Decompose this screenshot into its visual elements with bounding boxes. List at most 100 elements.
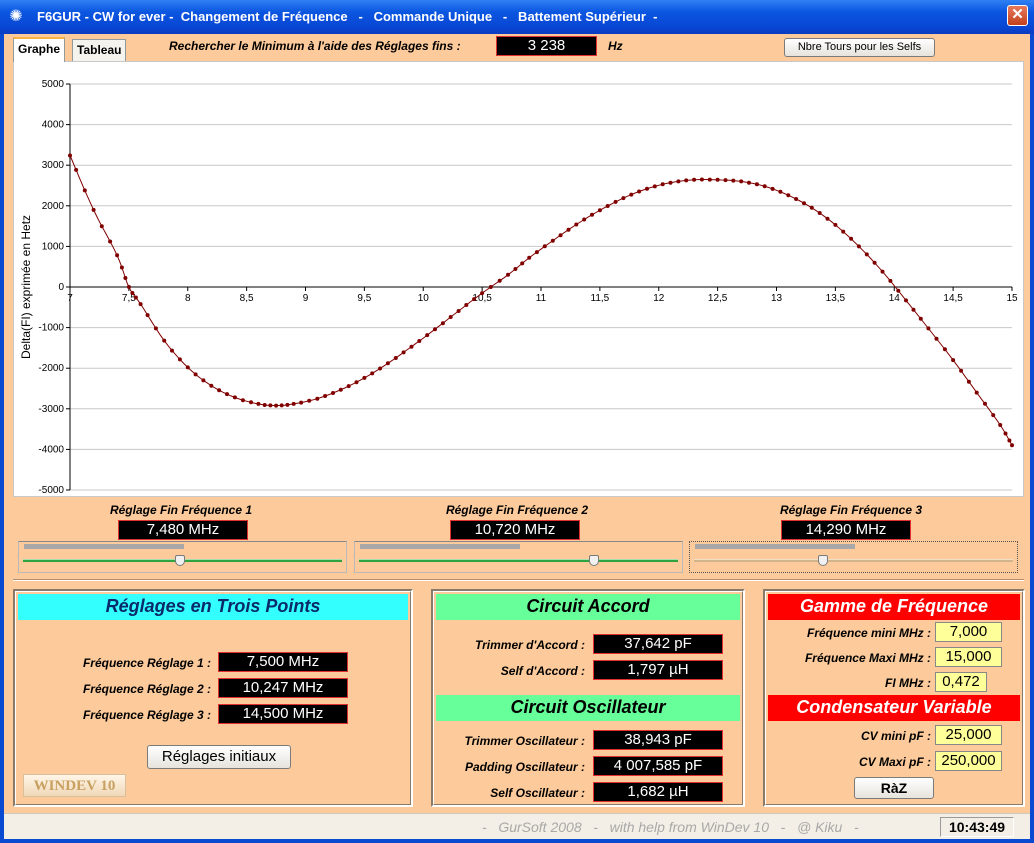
data-point xyxy=(542,244,547,249)
data-point xyxy=(472,297,477,302)
x-tick-label: 9 xyxy=(303,293,309,304)
cv-mini-input[interactable]: 25,000 xyxy=(935,725,1002,745)
gear-icon[interactable]: ✺ xyxy=(7,8,25,26)
fine-tuning-3-slider[interactable] xyxy=(689,541,1018,573)
data-point xyxy=(754,182,759,187)
data-point xyxy=(833,222,838,227)
group-border xyxy=(15,591,411,805)
data-point xyxy=(645,186,649,191)
reglages-initiaux-button[interactable]: Réglages initiaux xyxy=(147,745,291,769)
data-point xyxy=(841,229,846,234)
data-point xyxy=(849,236,854,241)
fi-input[interactable]: 0,472 xyxy=(935,672,987,692)
data-point xyxy=(794,197,799,201)
data-point xyxy=(279,403,284,408)
data-point xyxy=(385,361,390,366)
tab-tableau[interactable]: Tableau xyxy=(72,39,127,61)
search-minimum-value: 3 238 xyxy=(496,36,597,56)
data-point xyxy=(934,336,939,341)
chart-panel: 5000 4000 3000 2000 1000 0 -1000 -2000 -3000 -400… xyxy=(13,61,1024,497)
cv-maxi-input[interactable]: 250,000 xyxy=(935,751,1002,771)
data-point xyxy=(153,326,158,331)
fine-tuning-3-value: 14,290 MHz xyxy=(781,520,911,540)
data-point xyxy=(401,350,406,355)
data-point xyxy=(770,186,775,191)
slider-bar xyxy=(695,544,855,549)
freq-mini-input[interactable]: 7,000 xyxy=(935,622,1002,642)
reglage-1-value: 7,500 MHz xyxy=(218,652,348,672)
fine-tuning-2-slider[interactable] xyxy=(354,541,683,573)
windev-logo: WINDEV 10 xyxy=(23,774,126,797)
data-point xyxy=(170,348,174,353)
data-point xyxy=(951,358,956,363)
search-minimum-label: Rechercher le Minimum à l'aide des Régla… xyxy=(169,39,461,53)
self-oscillateur-value: 1,682 µH xyxy=(593,782,723,802)
close-icon[interactable]: ✕ xyxy=(1007,5,1028,26)
reglage-2-value: 10,247 MHz xyxy=(218,678,348,698)
slider-bar xyxy=(360,544,520,549)
data-point xyxy=(715,177,720,182)
tab-graphe[interactable]: Graphe xyxy=(13,37,66,62)
trimmer-oscillateur-label: Trimmer Oscillateur : xyxy=(464,734,586,748)
data-point xyxy=(145,313,150,318)
fine-tuning-1-label: Réglage Fin Fréquence 1 xyxy=(109,503,253,517)
fine-tuning-1-slider[interactable] xyxy=(18,541,347,573)
y-tick-label: -5000 xyxy=(38,485,64,496)
data-point xyxy=(209,383,214,388)
data-point xyxy=(346,384,351,389)
y-tick-label: 2000 xyxy=(42,201,65,212)
data-point xyxy=(590,212,594,217)
reglage-1-label: Fréquence Réglage 1 : xyxy=(82,656,211,670)
circuit-accord-title: Circuit Accord xyxy=(436,594,740,620)
data-point xyxy=(926,326,931,331)
data-point xyxy=(880,269,885,274)
data-point xyxy=(911,307,916,312)
data-point xyxy=(315,396,320,401)
data-point xyxy=(488,285,493,289)
slider-thumb[interactable] xyxy=(589,555,600,566)
tours-selfs-button[interactable]: Nbre Tours pour les Selfs xyxy=(784,38,935,57)
status-bar: - GurSoft 2008 - with help from WinDev 1… xyxy=(4,813,1030,839)
x-tick-label: 15 xyxy=(1006,293,1018,304)
data-point xyxy=(605,204,610,208)
reglage-3-value: 14,500 MHz xyxy=(218,704,348,724)
data-point xyxy=(582,217,587,222)
padding-oscillateur-label: Padding Oscillateur : xyxy=(464,760,585,774)
y-axis-label: Delta(FI) exprimée en Hetz xyxy=(19,215,33,359)
data-point xyxy=(974,390,979,395)
data-point xyxy=(225,392,229,397)
data-point xyxy=(778,189,783,194)
x-tick-label: 12 xyxy=(653,293,665,304)
data-point xyxy=(802,201,806,206)
data-point xyxy=(723,178,728,183)
slider-thumb[interactable] xyxy=(818,555,829,566)
data-point xyxy=(456,309,461,313)
raz-button[interactable]: RàZ xyxy=(854,777,934,799)
freq-maxi-label: Fréquence Maxi MHz : xyxy=(804,651,931,665)
window-title: F6GUR - CW for ever - Changement de Fréq… xyxy=(37,9,658,24)
data-point xyxy=(676,179,681,184)
freq-maxi-input[interactable]: 15,000 xyxy=(935,647,1002,667)
x-tick-label: 11 xyxy=(536,293,547,304)
circuit-group: Circuit Accord Trimmer d'Accord : 37,642… xyxy=(431,589,745,807)
slider-thumb[interactable] xyxy=(175,555,186,566)
search-unit: Hz xyxy=(608,39,623,53)
data-point xyxy=(652,184,657,189)
frequency-range-group: Gamme de Fréquence Fréquence mini MHz : … xyxy=(763,589,1025,807)
data-point xyxy=(162,338,167,343)
data-point xyxy=(809,205,814,210)
data-point xyxy=(513,267,518,271)
credits-text: - GurSoft 2008 - with help from WinDev 1… xyxy=(482,819,859,835)
data-point xyxy=(91,207,96,212)
condensateur-title: Condensateur Variable xyxy=(768,695,1020,721)
x-tick-label: 8 xyxy=(185,293,191,304)
trimmer-oscillateur-value: 38,943 pF xyxy=(593,730,723,750)
data-point xyxy=(699,177,704,182)
data-point xyxy=(409,344,414,349)
data-point xyxy=(370,371,375,376)
data-point xyxy=(566,227,571,232)
title-bar[interactable]: ✺ F6GUR - CW for ever - Changement de Fr… xyxy=(0,0,1034,34)
y-tick-label: -2000 xyxy=(38,363,64,374)
trimmer-accord-value: 37,642 pF xyxy=(593,634,723,654)
freq-mini-label: Fréquence mini MHz : xyxy=(806,626,931,640)
